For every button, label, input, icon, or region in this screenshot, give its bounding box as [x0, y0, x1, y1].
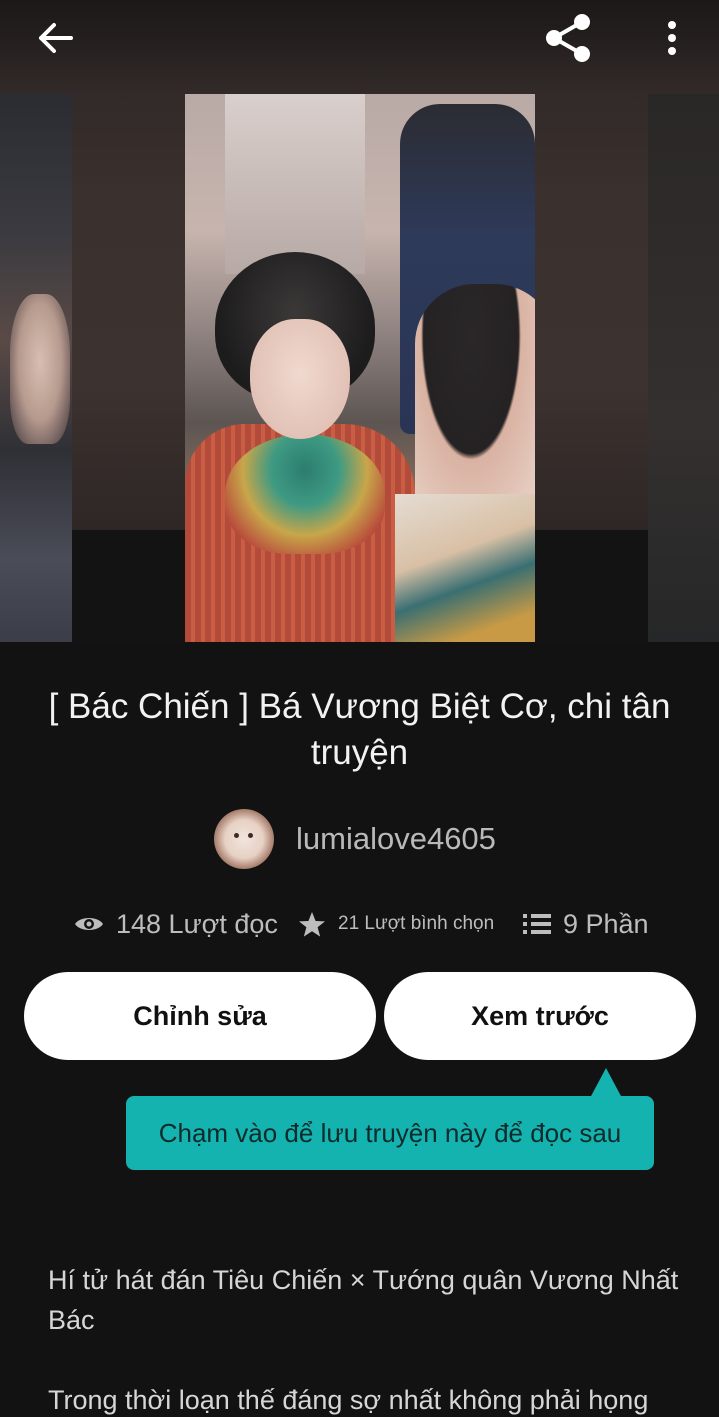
avatar-eye-left: [234, 833, 239, 838]
story-stats: 148 Lượt đọc 21 Lượt bình chọn 9 Phần: [0, 900, 719, 948]
eye-icon: [75, 918, 103, 930]
reads-count: 148 Lượt đọc: [116, 908, 278, 939]
description-paragraph: Hí tử hát đán Tiêu Chiến × Tướng quân Vư…: [48, 1265, 679, 1335]
previous-cover[interactable]: [0, 94, 72, 642]
story-title: [ Bác Chiến ] Bá Vương Biệt Cơ, chi tân …: [48, 687, 671, 772]
parts-count: 9 Phần: [563, 908, 649, 939]
previous-cover-figure: [10, 294, 70, 444]
tooltip-text: Chạm vào để lưu truyện này để đọc sau: [158, 1117, 622, 1148]
cover-window: [225, 94, 365, 274]
story-cover[interactable]: [185, 94, 535, 642]
cover-figure-foreground-robe: [395, 494, 535, 642]
parts-stat: 9 Phần: [523, 900, 649, 948]
avatar[interactable]: [214, 809, 274, 869]
cover-figure-face: [250, 319, 350, 439]
top-bar: [0, 0, 719, 76]
cover-carousel[interactable]: [0, 0, 719, 642]
back-button[interactable]: [28, 14, 84, 62]
tooltip-arrow: [590, 1068, 622, 1098]
share-button[interactable]: [538, 10, 598, 66]
arrow-left-icon: [39, 23, 73, 53]
next-cover[interactable]: [648, 94, 719, 642]
cover-collar: [225, 434, 385, 554]
share-icon: [546, 14, 590, 62]
description-paragraph: Trong thời loạn thế đáng sợ nhất không p…: [48, 1385, 649, 1415]
edit-button[interactable]: Chỉnh sửa: [24, 972, 376, 1060]
author-name[interactable]: lumialove4605: [296, 821, 496, 857]
star-icon: [299, 911, 325, 937]
author-link[interactable]: lumialove4605: [214, 808, 496, 870]
votes-stat: 21 Lượt bình chọn: [298, 900, 494, 948]
avatar-eye-right: [248, 833, 253, 838]
more-vertical-icon: [668, 21, 676, 55]
list-icon: [523, 914, 551, 934]
preview-button[interactable]: Xem trước: [384, 972, 696, 1060]
more-options-button[interactable]: [650, 14, 694, 62]
save-for-later-tooltip[interactable]: Chạm vào để lưu truyện này để đọc sau: [126, 1096, 654, 1170]
reads-stat: 148 Lượt đọc: [74, 900, 278, 948]
votes-count: 21 Lượt bình chọn: [338, 913, 495, 934]
